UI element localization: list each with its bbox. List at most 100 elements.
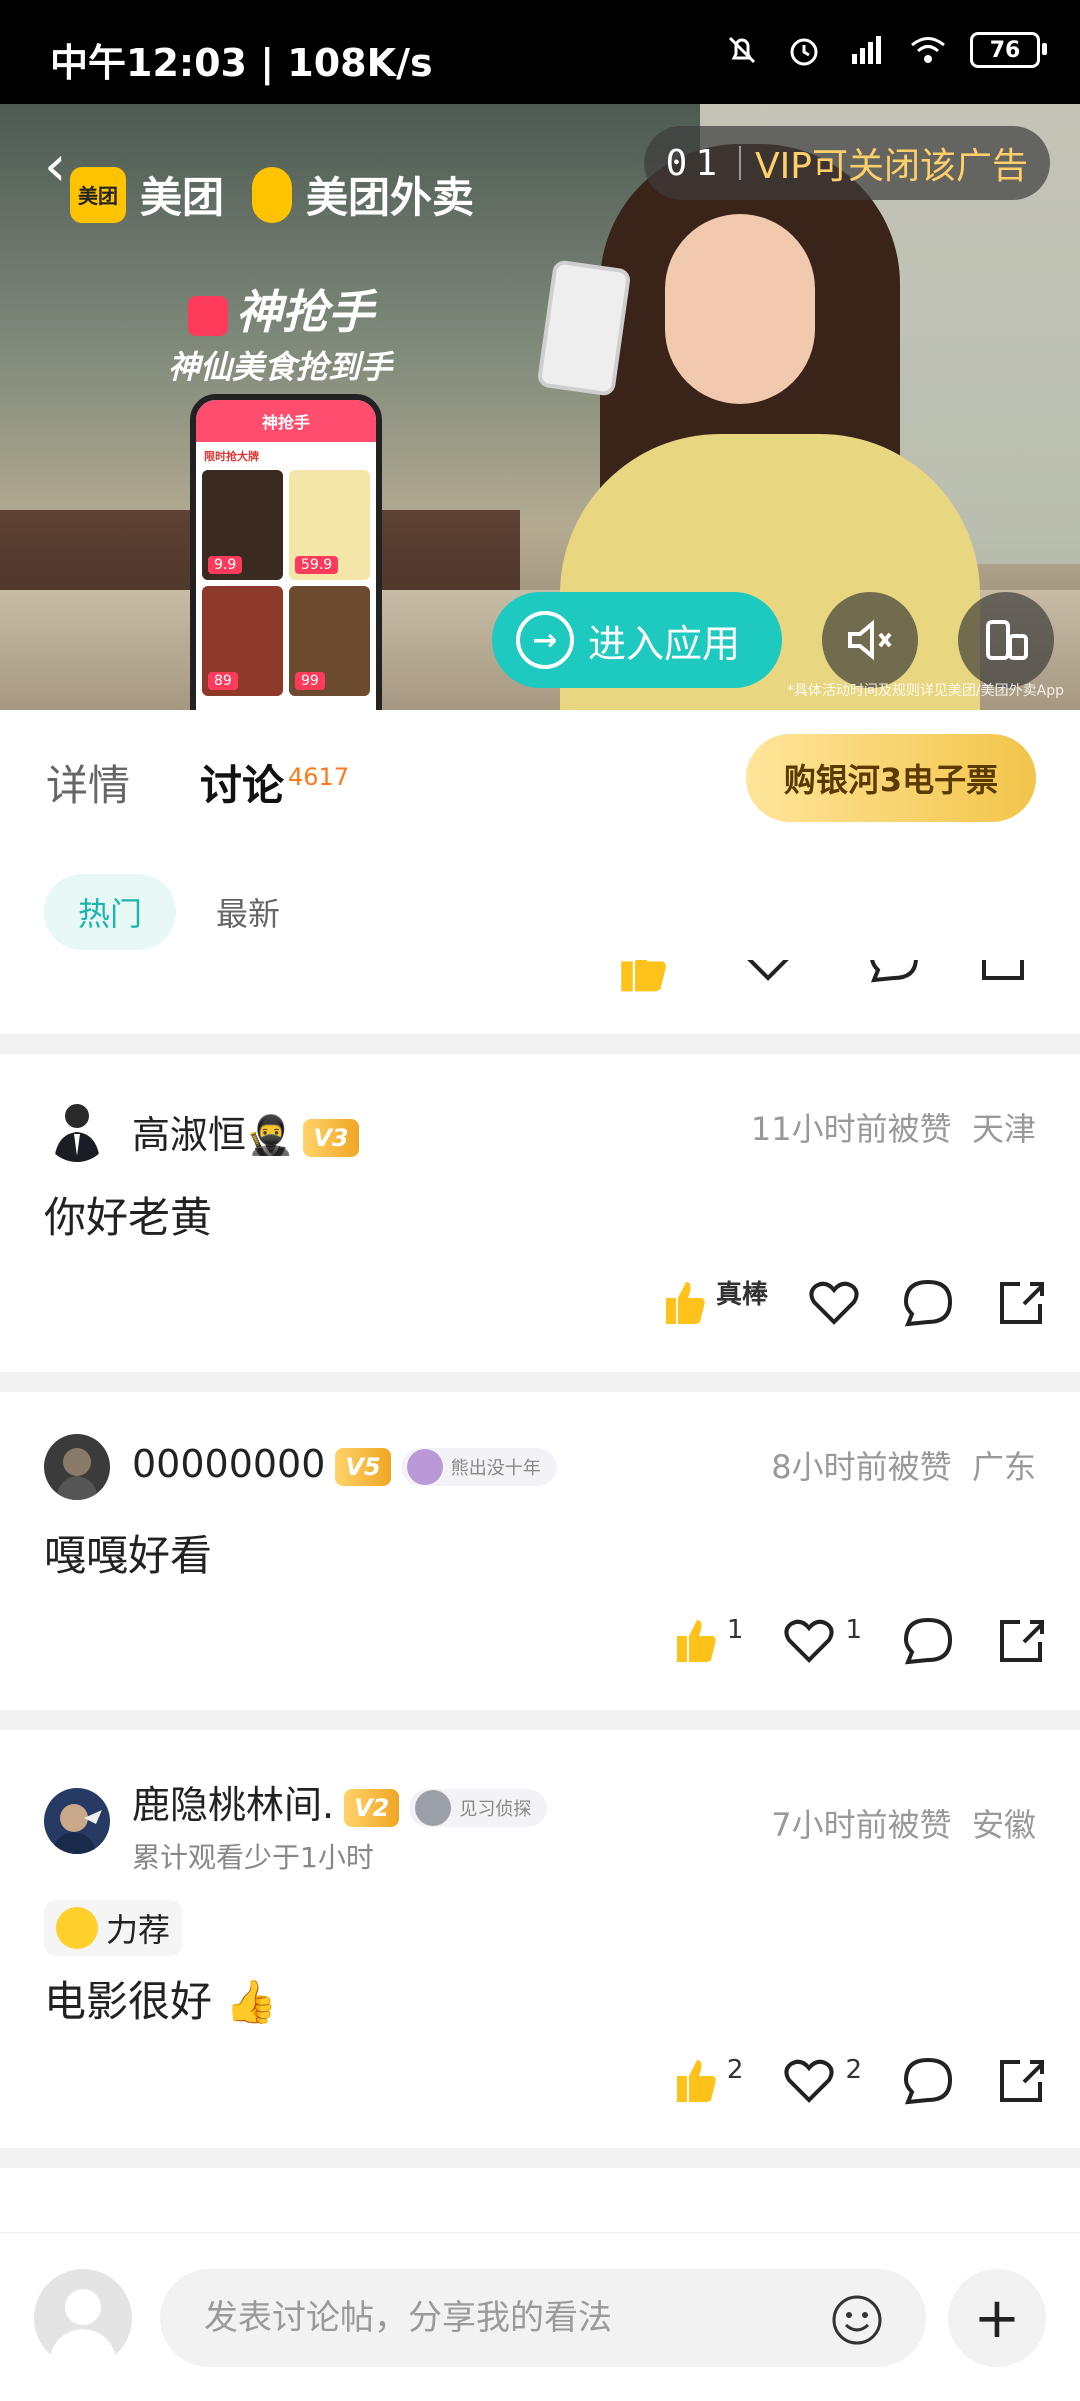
like-button[interactable]: 1 [671,1614,743,1666]
like-button[interactable]: 真棒 [660,1276,768,1328]
heart-button[interactable]: 1 [781,1612,862,1668]
heart-button[interactable] [806,1274,862,1330]
section-divider [0,1034,1080,1054]
divider [739,146,742,180]
heart-button[interactable]: 2 [781,2052,862,2108]
ad-slogan-text: 神抢手 [236,285,374,339]
brand-meituan: 美团 [140,173,225,222]
comment-region: 天津 [971,1110,1036,1148]
author-name: 鹿隐桃林间. [132,1783,335,1827]
comment-icon [903,1279,953,1327]
mockup-item: 99 [289,586,370,696]
share-icon [1000,1620,1044,1662]
filter-hot[interactable]: 热门 [44,874,177,950]
comment-content: 你好老黄 [44,1193,213,1242]
meituan-logo-icon: 美团 [70,166,126,223]
comment-button[interactable] [900,1274,956,1330]
comment-button[interactable] [900,2052,956,2108]
watch-time: 累计观看少于1小时 [132,1841,374,1874]
comment-icon[interactable] [866,960,922,986]
speaker-mute-icon [848,619,892,661]
comment-meta: 7小时前被赞 安徽 [771,1800,1036,1846]
medal-label: 熊出没十年 [450,1457,541,1479]
status-icons: 76 [722,30,1047,70]
comment-content: 嘎嘎好看 [44,1531,213,1580]
comment-time: 7小时前被赞 [771,1806,952,1844]
share-button[interactable] [994,1612,1050,1668]
comment-icon [903,1617,953,1665]
share-button[interactable] [994,1274,1050,1330]
avatar-image [54,1104,100,1162]
ad-disclaimer: *具体活动时间及规则详见美团/美团外卖App [786,683,1064,699]
avatar[interactable] [44,1096,110,1162]
battery-indicator: 76 [970,32,1047,68]
status-time: 中午12:03 | 108K/s [50,41,433,85]
medal-badge: 熊出没十年 [400,1447,557,1486]
comment-meta: 8小时前被赞 广东 [771,1442,1036,1488]
buy-ticket-button[interactable]: 购银河3电子票 [746,734,1036,822]
signal-icon [852,36,881,64]
mute-button[interactable] [822,592,918,688]
mockup-price: 89 [208,672,238,690]
author-name: 高淑恒🥷 [132,1113,294,1157]
enter-app-label: 进入应用 [588,621,741,666]
heart-eyes-emoji-icon [56,1907,98,1949]
my-avatar[interactable] [34,2269,132,2367]
emoji-smile-icon[interactable] [830,2293,884,2347]
mockup-item: 89 [202,586,283,696]
comment-author[interactable]: 鹿隐桃林间. V2 见习侦探 [132,1774,548,1829]
recommend-tag-label: 力荐 [106,1911,171,1949]
ad-phone-mockup: 神抢手 限时抢大牌 9.9 59.9 89 99 [190,394,382,710]
rotate-screen-button[interactable] [958,592,1054,688]
video-ad-banner[interactable]: ‹ 美团 美团 美团外卖 神抢手 神仙美食抢到手 神抢手 限时抢大牌 9.9 5… [0,104,1080,710]
comment-author[interactable]: 高淑恒🥷 V3 [132,1104,359,1159]
heart-icon [784,1619,834,1663]
comment-actions: 2 2 [671,2052,1050,2108]
medal-label: 见习侦探 [459,1798,532,1820]
comment-card[interactable]: 00000000 V5 熊出没十年 8小时前被赞 广东 嘎嘎好看 1 1 [0,1392,1080,1710]
mockup-item: 59.9 [289,470,370,580]
avatar-image [56,1448,98,1500]
comment-region: 广东 [971,1448,1036,1486]
composer-bar: + [0,2232,1080,2401]
add-post-button[interactable]: + [948,2269,1046,2367]
comment-actions: 真棒 [660,1274,1050,1330]
comment-region: 安徽 [971,1806,1036,1844]
section-divider [0,2148,1080,2168]
comment-button[interactable] [900,1612,956,1668]
vip-close-ad-button[interactable]: 01 VIP可关闭该广告 [643,126,1050,200]
share-button[interactable] [994,2052,1050,2108]
mute-bell-icon [728,36,756,64]
enter-app-button[interactable]: → 进入应用 [492,592,782,688]
filter-latest[interactable]: 最新 [216,874,280,950]
ad-brand: 美团 美团 美团外卖 [70,164,474,225]
thumbs-up-icon[interactable] [612,960,672,996]
tab-discuss[interactable]: 讨论 4617 [200,752,349,813]
comment-card[interactable]: 高淑恒🥷 V3 11小时前被赞 天津 你好老黄 真棒 [0,1054,1080,1372]
heart-count: 1 [845,1615,862,1645]
enter-arrow-icon: → [516,611,574,669]
share-icon [1000,1282,1044,1324]
rotate-screen-icon [986,620,1028,660]
comment-card[interactable]: 鹿隐桃林间. V2 见习侦探 累计观看少于1小时 7小时前被赞 安徽 力荐 电影很好… [0,1730,1080,2148]
vip-close-ad-label: VIP可关闭该广告 [755,146,1028,187]
recommend-tag: 力荐 [44,1900,183,1956]
comment-meta: 11小时前被赞 天津 [751,1104,1036,1150]
section-divider [0,1710,1080,1730]
heart-icon [809,1281,859,1325]
thumbs-up-icon [676,2060,716,2102]
heart-icon[interactable] [740,960,796,986]
meituan-waimai-logo-icon [252,166,293,223]
avatar[interactable] [44,1434,110,1500]
back-arrow-icon[interactable]: ‹ [44,134,66,199]
comment-time: 11小时前被赞 [750,1110,952,1148]
ad-subslogan: 神仙美食抢到手 [168,348,393,386]
like-button[interactable]: 2 [671,2054,743,2106]
slogan-mark-icon [188,295,228,336]
comment-author[interactable]: 00000000 V5 熊出没十年 [132,1442,557,1486]
share-icon[interactable] [976,960,1032,986]
tab-details[interactable]: 详情 [46,752,130,813]
section-divider [0,1372,1080,1392]
discussion-input[interactable] [160,2269,926,2367]
avatar[interactable] [44,1788,110,1854]
